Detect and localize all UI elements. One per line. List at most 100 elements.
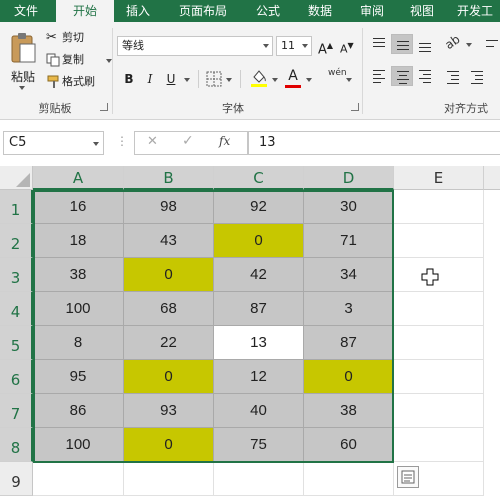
row-header-8[interactable]: 8	[0, 428, 33, 462]
column-header-F[interactable]	[484, 166, 500, 190]
cell-E6[interactable]	[394, 360, 484, 394]
column-header-E[interactable]: E	[394, 166, 484, 190]
column-header-B[interactable]: B	[124, 166, 214, 190]
cancel-icon[interactable]: ✕	[147, 134, 158, 149]
cell-B7[interactable]: 93	[124, 394, 214, 428]
copy-button[interactable]: 复制	[46, 51, 112, 69]
row-header-6[interactable]: 6	[0, 360, 33, 394]
tab-view[interactable]: 视图	[398, 0, 446, 22]
phonetic-dropdown-icon[interactable]	[346, 78, 352, 82]
cell-E4[interactable]	[394, 292, 484, 326]
cell-D8[interactable]: 60	[304, 428, 394, 462]
tab-review[interactable]: 审阅	[348, 0, 396, 22]
cell-D9[interactable]	[304, 462, 394, 496]
cell-B1[interactable]: 98	[124, 190, 214, 224]
align-left-button[interactable]	[368, 66, 390, 86]
tab-insert[interactable]: 插入	[114, 0, 162, 22]
cell-A7[interactable]: 86	[33, 394, 124, 428]
name-box[interactable]: C5	[3, 131, 104, 155]
enter-icon[interactable]: ✓	[182, 133, 194, 149]
underline-dropdown-icon[interactable]	[184, 78, 190, 82]
increase-font-size-button[interactable]: A▲	[318, 37, 333, 57]
cell-E1[interactable]	[394, 190, 484, 224]
cell-B5[interactable]: 22	[124, 326, 214, 360]
row-header-9[interactable]: 9	[0, 462, 33, 496]
cell-A1[interactable]: 16	[33, 190, 124, 224]
cell-D3[interactable]: 34	[304, 258, 394, 292]
row-header-3[interactable]: 3	[0, 258, 33, 292]
cell-A8[interactable]: 100	[33, 428, 124, 462]
cell-D5[interactable]: 87	[304, 326, 394, 360]
font-size-select[interactable]: 11	[276, 36, 312, 56]
align-top-button[interactable]	[368, 34, 390, 54]
cell-C2[interactable]: 0	[214, 224, 304, 258]
cell-C6[interactable]: 12	[214, 360, 304, 394]
cell-C1[interactable]: 92	[214, 190, 304, 224]
column-header-A[interactable]: A	[33, 166, 124, 190]
cell-A9[interactable]	[33, 462, 124, 496]
decrease-font-size-button[interactable]: A▼	[340, 37, 354, 56]
cell-E3[interactable]	[394, 258, 484, 292]
cell-C4[interactable]: 87	[214, 292, 304, 326]
decrease-indent-button[interactable]	[442, 66, 464, 86]
font-color-button[interactable]: A	[284, 67, 302, 85]
orientation-dropdown-icon[interactable]	[466, 43, 472, 47]
font-launcher-icon[interactable]	[351, 103, 359, 111]
cell-B4[interactable]: 68	[124, 292, 214, 326]
font-color-dropdown-icon[interactable]	[306, 78, 312, 82]
row-header-2[interactable]: 2	[0, 224, 33, 258]
row-header-1[interactable]: 1	[0, 190, 33, 224]
cell-E7[interactable]	[394, 394, 484, 428]
borders-icon[interactable]	[206, 71, 222, 87]
paste-button[interactable]: 粘贴	[6, 30, 40, 96]
tab-data[interactable]: 数据	[296, 0, 344, 22]
cell-C7[interactable]: 40	[214, 394, 304, 428]
column-header-C[interactable]: C	[214, 166, 304, 190]
cell-B2[interactable]: 43	[124, 224, 214, 258]
cell-A2[interactable]: 18	[33, 224, 124, 258]
row-header-5[interactable]: 5	[0, 326, 33, 360]
italic-button[interactable]: I	[141, 70, 159, 88]
fill-color-dropdown-icon[interactable]	[272, 78, 278, 82]
cell-A3[interactable]: 38	[33, 258, 124, 292]
wrap-text-button[interactable]	[481, 34, 500, 54]
more-options-icon[interactable]: ⋮	[116, 134, 128, 148]
cell-A6[interactable]: 95	[33, 360, 124, 394]
align-middle-button[interactable]	[391, 34, 413, 54]
tab-file[interactable]: 文件	[0, 0, 52, 22]
borders-dropdown-icon[interactable]	[226, 78, 232, 82]
tab-home[interactable]: 开始	[56, 0, 114, 22]
cell-A5[interactable]: 8	[33, 326, 124, 360]
cell-E8[interactable]	[394, 428, 484, 462]
quick-analysis-button[interactable]	[397, 466, 419, 488]
font-name-select[interactable]: 等线	[117, 36, 273, 56]
cell-B9[interactable]	[124, 462, 214, 496]
cell-B6[interactable]: 0	[124, 360, 214, 394]
cell-E5[interactable]	[394, 326, 484, 360]
cell-C5[interactable]: 13	[214, 326, 304, 360]
align-bottom-button[interactable]	[414, 34, 436, 54]
underline-button[interactable]: U	[162, 70, 180, 88]
orientation-button[interactable]: ab	[442, 32, 464, 54]
cell-B8[interactable]: 0	[124, 428, 214, 462]
cell-C9[interactable]	[214, 462, 304, 496]
phonetic-guide-button[interactable]: wén	[328, 68, 347, 78]
tab-formulas[interactable]: 公式	[244, 0, 292, 22]
cell-D7[interactable]: 38	[304, 394, 394, 428]
align-center-button[interactable]	[391, 66, 413, 86]
cell-D1[interactable]: 30	[304, 190, 394, 224]
insert-function-icon[interactable]: fx	[219, 134, 230, 148]
cell-E2[interactable]	[394, 224, 484, 258]
row-header-7[interactable]: 7	[0, 394, 33, 428]
column-header-D[interactable]: D	[304, 166, 394, 190]
cell-D2[interactable]: 71	[304, 224, 394, 258]
tab-developer[interactable]: 开发工	[450, 0, 500, 22]
cell-A4[interactable]: 100	[33, 292, 124, 326]
increase-indent-button[interactable]	[466, 66, 488, 86]
row-header-4[interactable]: 4	[0, 292, 33, 326]
align-right-button[interactable]	[414, 66, 436, 86]
tab-page-layout[interactable]: 页面布局	[164, 0, 242, 22]
cut-button[interactable]: ✂ 剪切	[46, 29, 84, 47]
cell-D6[interactable]: 0	[304, 360, 394, 394]
fill-color-icon[interactable]	[250, 68, 268, 88]
